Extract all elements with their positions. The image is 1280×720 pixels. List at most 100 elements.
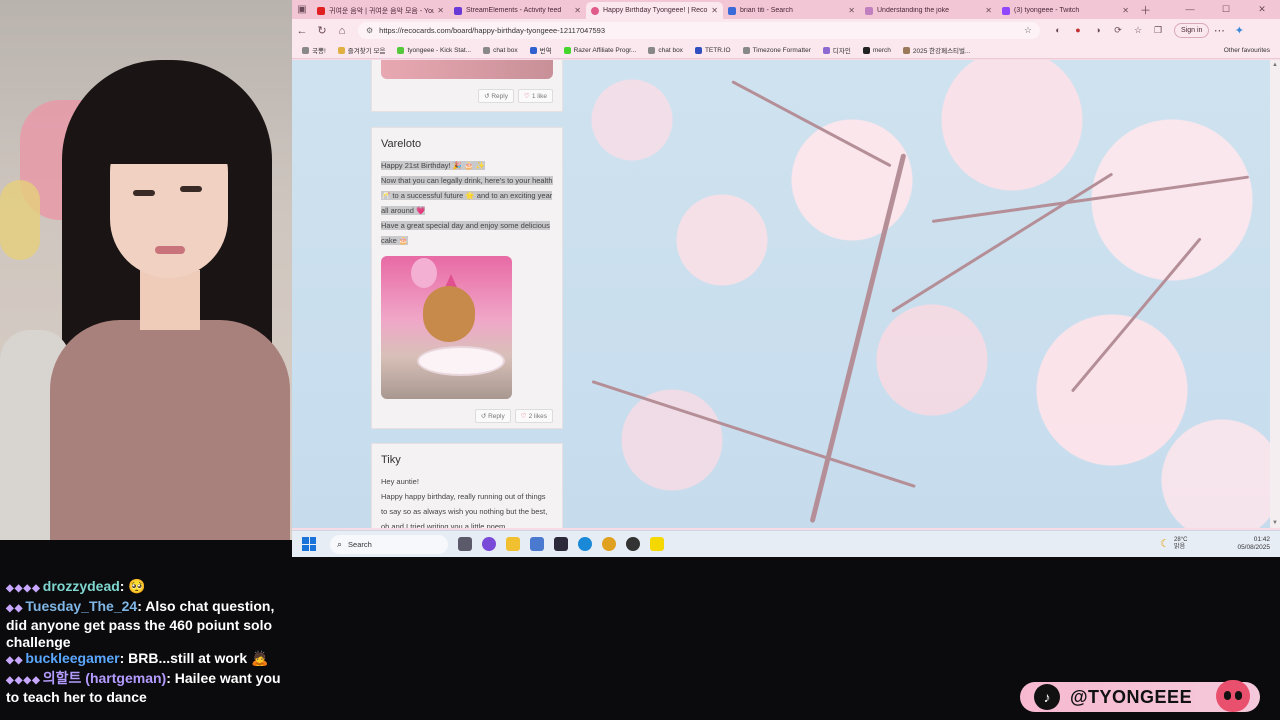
url-field[interactable]: ⚙ https://recocards.com/board/happy-birt…	[358, 22, 1040, 39]
copilot-app-icon[interactable]	[482, 537, 496, 551]
translate-icon	[529, 46, 537, 54]
extension-icon[interactable]: ●	[1068, 25, 1088, 36]
tab-search[interactable]: brian titi - Search ✕	[723, 2, 860, 19]
bookmark-item[interactable]: 번역	[529, 45, 552, 55]
close-tab-icon[interactable]: ✕	[437, 6, 444, 15]
edge-icon[interactable]	[578, 537, 592, 551]
favorites-icon[interactable]: ☆	[1128, 25, 1148, 36]
kakaotalk-icon[interactable]	[650, 537, 664, 551]
maximize-icon[interactable]: ☐	[1208, 0, 1244, 19]
scroll-down-icon[interactable]: ▼	[1272, 520, 1278, 526]
close-tab-icon[interactable]: ✕	[985, 6, 992, 15]
tab-twitch[interactable]: (3) tyongeee - Twitch ✕	[997, 2, 1134, 19]
home-icon[interactable]: ⌂	[332, 25, 352, 37]
streamer-neck	[140, 270, 200, 330]
chat-text: BRB...still at work 🙇	[128, 650, 269, 666]
bookmark-item[interactable]: 국뽕!	[302, 45, 326, 55]
bookmark-item[interactable]: merch	[862, 46, 891, 54]
reply-button[interactable]: ↺ Reply	[474, 409, 511, 423]
tab-streamelements[interactable]: StreamElements - Activity feed ✕	[449, 2, 586, 19]
more-menu-icon[interactable]: ⋯	[1209, 24, 1229, 37]
branch	[1070, 237, 1202, 393]
task-view-icon[interactable]	[458, 537, 472, 551]
close-tab-icon[interactable]: ✕	[711, 6, 718, 15]
bookmarks-bar: 국뽕! 즐겨찾기 모음 tyongeee - Kick Stat... chat…	[292, 42, 1280, 59]
weather-widget[interactable]: ☾ 28°C 맑음	[1160, 537, 1187, 551]
close-window-icon[interactable]: ✕	[1244, 0, 1280, 19]
bookmark-item[interactable]: tyongeee - Kick Stat...	[397, 46, 471, 54]
message-card: ↺ Reply ♡ 1 like	[371, 60, 563, 112]
browser-window: ▣ 귀여운 음악 | 귀여운 음악 모음 - YouTube ✕ StreamE…	[292, 0, 1280, 530]
tiktok-icon: ♪	[1034, 684, 1060, 710]
scroll-up-icon[interactable]: ▲	[1272, 62, 1278, 68]
tab-recocards[interactable]: Happy Birthday Tyongeee! | Reco ✕	[586, 2, 723, 19]
streamer-eye-right	[180, 186, 202, 192]
store-icon[interactable]	[530, 537, 544, 551]
bookmark-item[interactable]: 2025 한강페스티벌...	[902, 45, 970, 55]
pomeranian-shape	[423, 286, 475, 342]
page-content[interactable]: ↺ Reply ♡ 1 like Vareloto Happy 21st Birt…	[292, 60, 1280, 528]
message-line: Happy happy birthday, really running out…	[381, 492, 548, 528]
taskbar-search[interactable]: ⌕ Search	[330, 534, 448, 554]
sign-in-button[interactable]: Sign in	[1174, 23, 1210, 38]
message-line: Happy 21st Birthday! 🎉 🎂 ✨	[381, 161, 485, 170]
bookmark-item[interactable]: TETR.IO	[694, 46, 731, 54]
bookmark-item[interactable]: 디자인	[822, 45, 851, 55]
clock[interactable]: 01:42 05/08/2025	[1237, 536, 1270, 552]
back-icon[interactable]: ←	[292, 25, 312, 37]
windows-taskbar: ⌕ Search ☾ 28°C 맑음 01:42 05/08/2025	[292, 530, 1280, 557]
branch	[891, 172, 1114, 313]
minimize-icon[interactable]: —	[1172, 0, 1208, 19]
clock-date: 05/08/2025	[1237, 544, 1270, 551]
tiktok-badge: ♪ @TYONGEEE	[1020, 680, 1260, 712]
tab-title: Understanding the joke	[877, 7, 949, 14]
bookmark-item[interactable]: Razer Affiliate Progr...	[563, 46, 636, 54]
streamer-top	[50, 320, 290, 540]
globe-icon	[742, 46, 750, 54]
bing-icon	[728, 6, 736, 15]
tab-understanding[interactable]: Understanding the joke ✕	[860, 2, 997, 19]
background-plush	[0, 180, 40, 260]
card-message: Hey auntie! Happy happy birthday, really…	[372, 466, 562, 528]
chrome-icon[interactable]	[602, 537, 616, 551]
bookmark-item[interactable]: 즐겨찾기 모음	[337, 45, 385, 55]
obs-icon[interactable]	[626, 537, 640, 551]
collections-icon[interactable]: ❐	[1148, 25, 1168, 36]
kick-icon	[397, 46, 405, 54]
globe-icon	[302, 46, 309, 54]
like-button[interactable]: ♡ 1 like	[517, 89, 553, 103]
refresh-icon[interactable]: ↻	[312, 24, 332, 37]
file-explorer-icon[interactable]	[506, 537, 520, 551]
streamer-eye-left	[133, 190, 155, 196]
other-favourites[interactable]: Other favourites	[1224, 47, 1270, 54]
card-message: Happy 21st Birthday! 🎉 🎂 ✨ Now that you …	[372, 150, 562, 248]
chat-badges: ◆◆◆◆	[6, 583, 41, 594]
bookmark-item[interactable]: Timezone Formatter	[742, 46, 811, 54]
tab-title: (3) tyongeee - Twitch	[1014, 7, 1080, 14]
extension-icon[interactable]: ⟳	[1108, 25, 1128, 36]
festival-icon	[902, 46, 910, 54]
card-author: Vareloto	[381, 138, 422, 150]
site-info-icon[interactable]: ⚙	[366, 26, 373, 35]
app-icon[interactable]	[554, 537, 568, 551]
card-image	[381, 60, 553, 79]
like-button[interactable]: ♡ 2 likes	[514, 409, 553, 423]
recocards-icon	[591, 6, 599, 15]
extension-icon[interactable]: ◐	[1048, 25, 1068, 36]
reply-button[interactable]: ↺ Reply	[478, 89, 514, 103]
close-tab-icon[interactable]: ✕	[1122, 6, 1129, 15]
chat-overlay: ◆◆◆◆ drozzydead: 🥺 ◆◆ Tuesday_The_24: Also…	[0, 572, 292, 720]
copilot-icon[interactable]: ✦	[1229, 24, 1249, 37]
tab-actions-icon[interactable]: ▣	[292, 4, 312, 15]
close-tab-icon[interactable]: ✕	[848, 6, 855, 15]
card-actions: ↺ Reply ♡ 2 likes	[372, 399, 562, 431]
close-tab-icon[interactable]: ✕	[574, 6, 581, 15]
favorite-star-icon[interactable]: ☆	[1024, 25, 1032, 36]
extension-icon[interactable]: ◑	[1088, 25, 1108, 36]
bookmark-item[interactable]: chat box	[483, 46, 518, 54]
tab-youtube[interactable]: 귀여운 음악 | 귀여운 음악 모음 - YouTube ✕	[312, 2, 449, 19]
new-tab-icon[interactable]: ＋	[1140, 2, 1151, 18]
start-icon[interactable]	[302, 537, 316, 551]
bookmark-item[interactable]: chat box	[648, 46, 683, 54]
scrollbar[interactable]: ▲ ▼	[1270, 60, 1280, 528]
